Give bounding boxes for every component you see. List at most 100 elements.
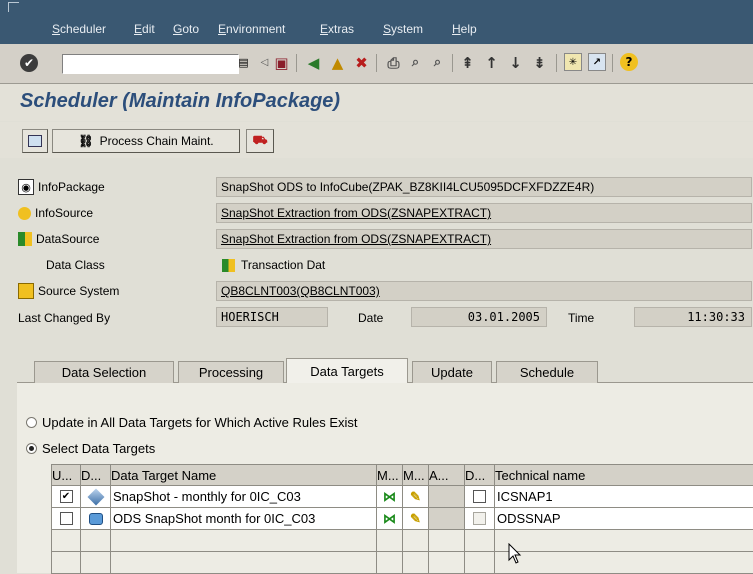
menu-help[interactable]: Help [452, 22, 477, 36]
print-icon[interactable]: ⎙ [384, 53, 403, 72]
datasource-value[interactable]: SnapShot Extraction from ODS(ZSNAPEXTRAC… [216, 229, 752, 249]
row-checkbox[interactable]: ✔ [59, 490, 73, 503]
create-session-icon[interactable]: ✳ [564, 53, 582, 71]
display-change-button[interactable] [22, 129, 48, 153]
help-icon[interactable]: ? [620, 53, 638, 71]
tab-schedule[interactable]: Schedule [496, 361, 598, 383]
update-all-option[interactable]: Update in All Data Targets for Which Act… [26, 413, 358, 431]
tab-processing[interactable]: Processing [178, 361, 284, 383]
menu-extras[interactable]: Extras [320, 22, 354, 36]
column-header[interactable]: M... [377, 464, 403, 486]
empty-cell [111, 552, 377, 574]
delete-cell [465, 486, 495, 508]
table-row: ✔ [51, 486, 81, 508]
menu-bar [0, 0, 753, 44]
toolbar-separator [376, 54, 377, 72]
data-target-name: SnapShot - monthly for 0IC_C03 [111, 486, 377, 508]
first-page-icon[interactable]: ⇞ [458, 53, 477, 72]
cancel-icon[interactable]: ✖ [352, 53, 371, 72]
shortcut-icon[interactable]: ↗ [588, 53, 606, 71]
column-header[interactable]: Technical name [495, 464, 753, 486]
tab-update[interactable]: Update [412, 361, 492, 383]
find-next-icon[interactable]: ⌕ [428, 53, 447, 72]
dataclass-label: Data Class [46, 258, 105, 272]
sourcesystem-value[interactable]: QB8CLNT003(QB8CLNT003) [216, 281, 752, 301]
column-header[interactable]: U... [51, 464, 81, 486]
display-icon [28, 135, 42, 147]
menu-goto[interactable]: Goto [173, 22, 199, 36]
find-icon[interactable]: ⌕ [406, 53, 425, 72]
mouse-cursor-icon [508, 543, 522, 564]
bowtie-icon: ⋈ [383, 510, 396, 526]
select-targets-option[interactable]: Select Data Targets [26, 439, 155, 457]
history-icon[interactable]: ▤ [234, 53, 253, 72]
command-field[interactable] [62, 54, 239, 74]
column-header[interactable]: Data Target Name [111, 464, 377, 486]
date-label: Date [358, 311, 384, 325]
empty-cell [495, 530, 753, 552]
mapping-icon[interactable]: ⋈ [377, 508, 403, 530]
infosource-value[interactable]: SnapShot Extraction from ODS(ZSNAPEXTRAC… [216, 203, 752, 223]
last-page-icon[interactable]: ⇟ [530, 53, 549, 72]
infopackage-label-row: ◉ InfoPackage [18, 177, 105, 197]
empty-cell [465, 530, 495, 552]
save-icon[interactable]: ▣ [272, 53, 291, 72]
delete-checkbox [473, 512, 486, 525]
empty-cell [495, 552, 753, 574]
row-checkbox[interactable] [59, 512, 73, 525]
exit-icon[interactable]: ▲ [328, 53, 347, 72]
bowtie-icon: ⋈ [383, 488, 396, 504]
lastchanged-label: Last Changed By [18, 311, 111, 325]
maintain-rules-icon[interactable]: ✎ [403, 486, 429, 508]
column-header[interactable]: D... [465, 464, 495, 486]
select-targets-radio[interactable] [26, 442, 37, 454]
dataclass-value: Transaction Dat [241, 258, 326, 272]
empty-cell [51, 552, 81, 574]
datasource-icon [18, 232, 32, 246]
empty-cell [111, 530, 377, 552]
dataclass-value-row: Transaction Dat [222, 255, 325, 275]
infosource-label: InfoSource [35, 206, 94, 220]
update-all-label: Update in All Data Targets for Which Act… [42, 414, 358, 430]
delete-checkbox[interactable] [473, 490, 486, 503]
technical-name: ODSSNAP [495, 508, 753, 530]
column-header[interactable]: M... [403, 464, 429, 486]
infopackage-label: InfoPackage [38, 180, 105, 194]
tab-data-selection[interactable]: Data Selection [34, 361, 174, 383]
infopackage-icon: ◉ [18, 179, 34, 195]
previous-page-icon[interactable]: ↑ [482, 53, 501, 72]
chain-icon: ⛓ [78, 134, 94, 148]
data-target-name: ODS SnapShot month for 0IC_C03 [111, 508, 377, 530]
empty-cell [403, 530, 429, 552]
infosource-icon [18, 206, 31, 220]
infocube-icon [81, 486, 111, 508]
menu-scheduler[interactable]: Scheduler [52, 22, 106, 36]
next-page-icon[interactable]: ↓ [506, 53, 525, 72]
menu-system[interactable]: System [383, 22, 423, 36]
tab-data-targets[interactable]: Data Targets [286, 358, 408, 383]
update-all-radio[interactable] [26, 416, 37, 428]
toolbar-separator [452, 54, 453, 72]
column-header[interactable]: A... [429, 464, 465, 486]
transport-button[interactable]: ⛟ [246, 129, 274, 153]
back-icon[interactable]: ◀ [304, 53, 323, 72]
lastchanged-value: HOERISCH [216, 307, 328, 327]
ods-object-icon [81, 508, 111, 530]
enter-icon[interactable]: ✔ [20, 54, 38, 72]
empty-cell [429, 530, 465, 552]
pencil-icon: ✎ [410, 510, 421, 526]
truck-icon: ⛟ [252, 133, 268, 147]
database-icon [88, 512, 103, 525]
sourcesystem-label-row: Source System [18, 281, 119, 301]
datasource-label: DataSource [36, 232, 100, 246]
process-chain-button[interactable]: ⛓ Process Chain Maint. [52, 129, 240, 153]
technical-name: ICSNAP1 [495, 486, 753, 508]
mapping-icon[interactable]: ⋈ [377, 486, 403, 508]
menu-environment[interactable]: Environment [218, 22, 285, 36]
empty-cell [403, 552, 429, 574]
maintain-rules-icon[interactable]: ✎ [403, 508, 429, 530]
toolbar-separator [556, 54, 557, 72]
toolbar-separator [296, 54, 297, 72]
menu-edit[interactable]: Edit [134, 22, 155, 36]
column-header[interactable]: D... [81, 464, 111, 486]
